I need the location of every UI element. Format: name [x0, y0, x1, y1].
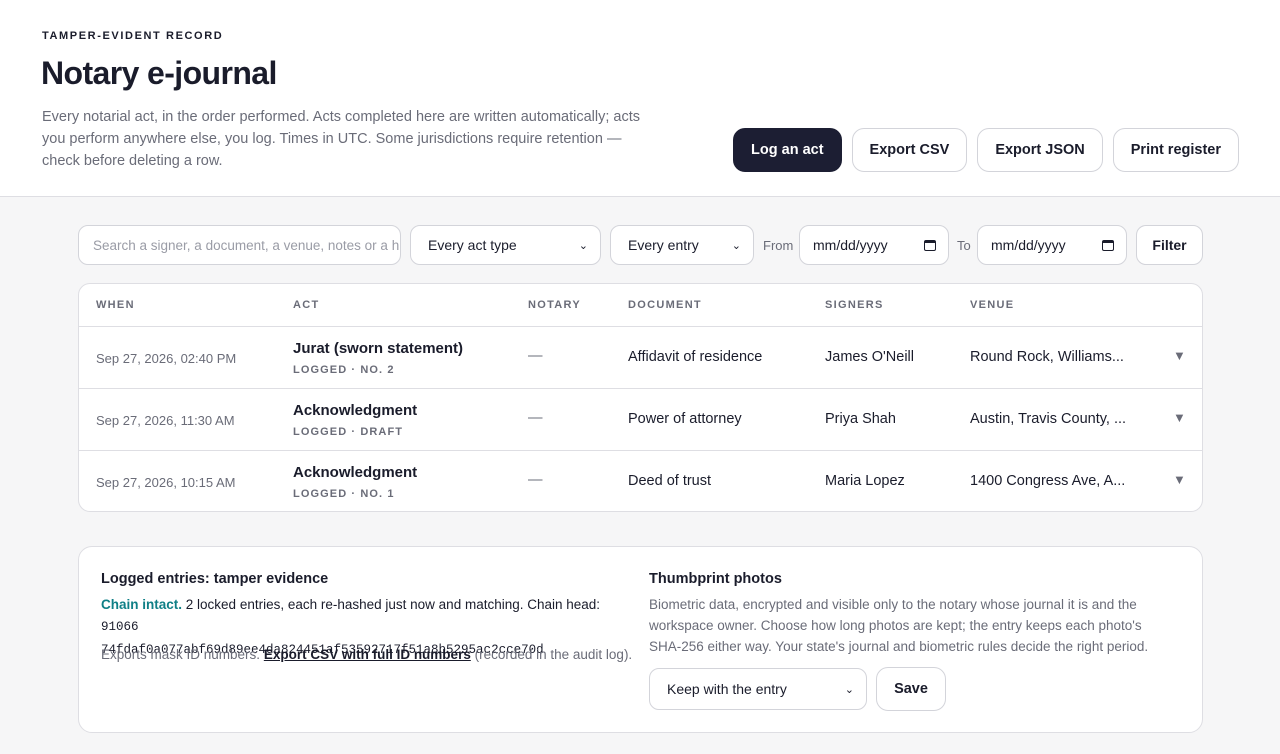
row-venue: Round Rock, Williams... [970, 349, 1124, 365]
from-date-value: mm/dd/yyyy [813, 237, 888, 253]
row-signers: Maria Lopez [825, 473, 905, 489]
entry-select[interactable]: Every entry ⌄ [610, 225, 754, 265]
settings-panel: Logged entries: tamper evidence Chain in… [78, 546, 1203, 733]
row-when: Sep 27, 2026, 11:30 AM [96, 413, 235, 428]
row-signers: James O'Neill [825, 349, 914, 365]
page-title: Notary e-journal [41, 55, 277, 91]
column-when: WHEN [96, 299, 135, 311]
row-document: Deed of trust [628, 473, 712, 489]
row-act: Acknowledgment [293, 402, 418, 419]
column-act: ACT [293, 299, 320, 311]
tamper-title: Logged entries: tamper evidence [101, 571, 329, 587]
thumbprint-body: Biometric data, encrypted and visible on… [649, 597, 1149, 654]
row-act: Acknowledgment [293, 464, 418, 481]
to-date-input[interactable]: mm/dd/yyyy [977, 225, 1127, 265]
row-document: Power of attorney [628, 411, 742, 427]
to-date-value: mm/dd/yyyy [991, 237, 1066, 253]
search-input[interactable]: Search a signer, a document, a venue, no… [78, 225, 401, 265]
table-row[interactable]: Sep 27, 2026, 11:30 AM Acknowledgment LO… [79, 389, 1202, 451]
row-when: Sep 27, 2026, 10:15 AM [96, 475, 236, 490]
row-notary: — [528, 348, 543, 364]
header-actions: Log an act Export CSV Export JSON Print … [733, 128, 1239, 172]
export-json-button[interactable]: Export JSON [977, 128, 1103, 172]
row-notary: — [528, 410, 543, 426]
from-label: From [763, 237, 794, 253]
chain-hash-start: 91066 [101, 620, 139, 634]
chevron-down-icon: ⌄ [578, 239, 588, 252]
chevron-down-icon: ⌄ [844, 683, 854, 696]
eyebrow: TAMPER-EVIDENT RECORD [42, 30, 224, 42]
export-full-ids-link[interactable]: Export CSV with full ID numbers [264, 647, 471, 662]
entry-value: Every entry [628, 237, 699, 253]
table-header: WHEN ACT NOTARY DOCUMENT SIGNERS VENUE [79, 284, 1202, 327]
column-venue: VENUE [970, 299, 1015, 311]
search-placeholder: Search a signer, a document, a venue, no… [93, 237, 400, 253]
row-document: Affidavit of residence [628, 349, 763, 365]
from-date-input[interactable]: mm/dd/yyyy [799, 225, 949, 265]
expand-icon[interactable]: ▼ [1173, 348, 1186, 363]
exports-suffix: (recorded in the audit log). [474, 647, 633, 662]
filter-button[interactable]: Filter [1136, 225, 1203, 265]
row-when: Sep 27, 2026, 02:40 PM [96, 351, 237, 366]
act-type-select[interactable]: Every act type ⌄ [410, 225, 601, 265]
exports-prefix: Exports mask ID numbers. [101, 647, 261, 662]
export-csv-button[interactable]: Export CSV [851, 128, 968, 172]
row-notary: — [528, 472, 543, 488]
log-act-button[interactable]: Log an act [733, 128, 842, 172]
retention-select[interactable]: Keep with the entry ⌄ [649, 668, 867, 710]
column-signers: SIGNERS [825, 299, 884, 311]
row-status: LOGGED · NO. 1 [293, 488, 395, 500]
journal-table: WHEN ACT NOTARY DOCUMENT SIGNERS VENUE S… [78, 283, 1203, 512]
exports-note: Exports mask ID numbers. Export CSV with… [101, 644, 641, 665]
row-venue: 1400 Congress Ave, A... [970, 473, 1126, 489]
row-act: Jurat (sworn statement) [293, 340, 464, 357]
to-label: To [957, 237, 971, 253]
table-row[interactable]: Sep 27, 2026, 02:40 PM Jurat (sworn stat… [79, 327, 1202, 389]
save-button[interactable]: Save [876, 667, 946, 711]
expand-icon[interactable]: ▼ [1173, 410, 1186, 425]
table-row[interactable]: Sep 27, 2026, 10:15 AM Acknowledgment LO… [79, 451, 1202, 511]
chevron-down-icon: ⌄ [731, 239, 741, 252]
filter-bar: Search a signer, a document, a venue, no… [78, 225, 1203, 265]
page-intro: Every notarial act, in the order perform… [42, 109, 640, 169]
row-status: LOGGED · NO. 2 [293, 364, 395, 376]
retention-value: Keep with the entry [667, 681, 787, 697]
chain-detail: 2 locked entries, each re-hashed just no… [185, 597, 601, 612]
act-type-value: Every act type [428, 237, 517, 253]
column-document: DOCUMENT [628, 299, 702, 311]
column-notary: NOTARY [528, 299, 582, 311]
page-header: TAMPER-EVIDENT RECORD Notary e-journal E… [0, 0, 1280, 197]
chain-status: Chain intact. [101, 597, 183, 612]
print-register-button[interactable]: Print register [1112, 128, 1239, 172]
expand-icon[interactable]: ▼ [1173, 472, 1186, 487]
row-signers: Priya Shah [825, 411, 896, 427]
calendar-icon[interactable] [1102, 239, 1114, 251]
thumbprint-title: Thumbprint photos [649, 571, 782, 587]
calendar-icon[interactable] [924, 239, 936, 251]
row-venue: Austin, Travis County, ... [970, 411, 1127, 427]
row-status: LOGGED · DRAFT [293, 426, 404, 438]
